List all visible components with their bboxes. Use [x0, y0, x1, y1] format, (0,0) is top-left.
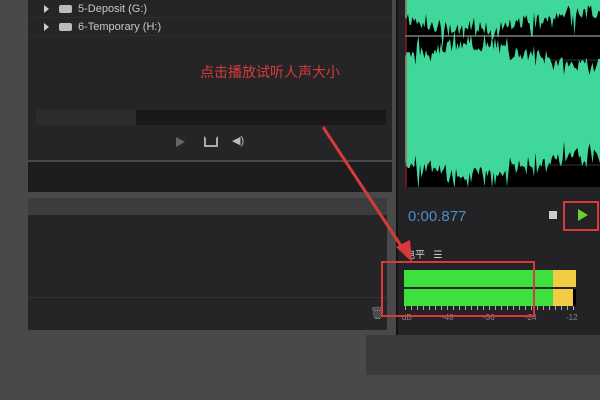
annotation-arrow — [321, 126, 412, 262]
